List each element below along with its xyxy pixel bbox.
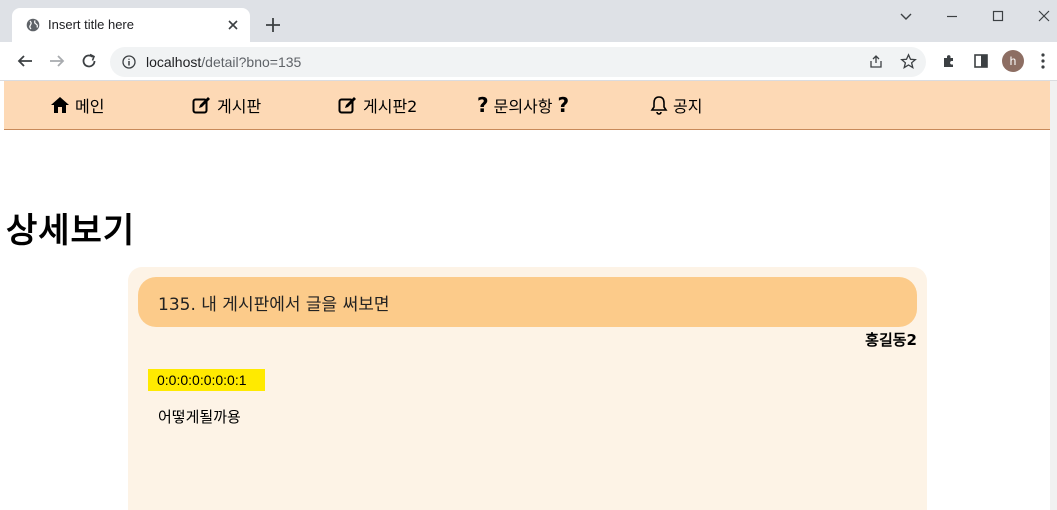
nav-label-main: 메인 bbox=[75, 97, 105, 116]
reload-icon[interactable] bbox=[80, 52, 98, 70]
nav-label-board2: 게시판2 bbox=[363, 97, 418, 116]
post-title: 135. 내 게시판에서 글을 써보면 bbox=[158, 295, 390, 315]
maximize-icon[interactable] bbox=[990, 8, 1006, 24]
new-tab-icon[interactable] bbox=[264, 16, 282, 34]
top-navigation: 메인 게시판 게시판2 ? 문의사항 ? 공지 bbox=[4, 81, 1050, 130]
url-text: localhost/detail?bno=135 bbox=[146, 54, 302, 70]
edit-icon bbox=[192, 97, 210, 114]
tab-search-icon[interactable] bbox=[898, 8, 914, 24]
minimize-icon[interactable] bbox=[944, 8, 960, 24]
post-detail-card: 135. 내 게시판에서 글을 써보면 홍길동2 0:0:0:0:0:0:0:1… bbox=[128, 267, 927, 510]
bookmark-star-icon[interactable] bbox=[900, 53, 917, 70]
share-icon[interactable] bbox=[868, 54, 884, 70]
nav-item-board2[interactable]: 게시판2 bbox=[338, 93, 417, 117]
nav-label-notice: 공지 bbox=[673, 97, 703, 116]
page-title: 상세보기 bbox=[6, 211, 136, 251]
nav-item-main[interactable]: 메인 bbox=[50, 93, 104, 117]
browser-tabstrip: Insert title here bbox=[0, 0, 1057, 42]
site-info-icon[interactable] bbox=[122, 55, 136, 69]
side-panel-icon[interactable] bbox=[972, 52, 990, 70]
post-content: 어떻게될까용 bbox=[158, 408, 241, 426]
question-icon: ? bbox=[557, 93, 570, 117]
profile-avatar[interactable]: h bbox=[1002, 50, 1024, 72]
nav-item-notice[interactable]: 공지 bbox=[650, 93, 702, 117]
browser-tab[interactable]: Insert title here bbox=[12, 8, 250, 42]
extensions-puzzle-icon[interactable] bbox=[940, 52, 958, 70]
nav-label-board: 게시판 bbox=[217, 97, 262, 116]
page-scrollbar[interactable] bbox=[1050, 81, 1057, 510]
tab-title: Insert title here bbox=[48, 17, 134, 32]
address-toolbar: localhost/detail?bno=135 h bbox=[0, 42, 1057, 81]
post-ip-address: 0:0:0:0:0:0:0:1 bbox=[148, 369, 265, 391]
bell-icon bbox=[650, 96, 668, 115]
nav-label-inquiry: 문의사항 bbox=[493, 97, 553, 116]
address-bar[interactable]: localhost/detail?bno=135 bbox=[110, 47, 926, 77]
post-title-bar: 135. 내 게시판에서 글을 써보면 bbox=[138, 277, 917, 327]
edit-icon bbox=[338, 97, 356, 114]
question-icon: ? bbox=[477, 93, 489, 117]
nav-item-inquiry[interactable]: ? 문의사항 ? bbox=[472, 93, 574, 117]
globe-icon bbox=[26, 18, 40, 32]
home-icon bbox=[51, 97, 69, 113]
back-icon[interactable] bbox=[16, 52, 34, 70]
close-tab-icon[interactable] bbox=[226, 18, 240, 32]
browser-menu-icon[interactable] bbox=[1040, 52, 1046, 70]
post-author: 홍길동2 bbox=[865, 331, 917, 349]
page-viewport: 메인 게시판 게시판2 ? 문의사항 ? 공지 상세보기 135. 내 게시판에… bbox=[0, 81, 1057, 510]
nav-item-board[interactable]: 게시판 bbox=[192, 93, 261, 117]
close-window-icon[interactable] bbox=[1036, 8, 1052, 24]
forward-icon[interactable] bbox=[48, 52, 66, 70]
